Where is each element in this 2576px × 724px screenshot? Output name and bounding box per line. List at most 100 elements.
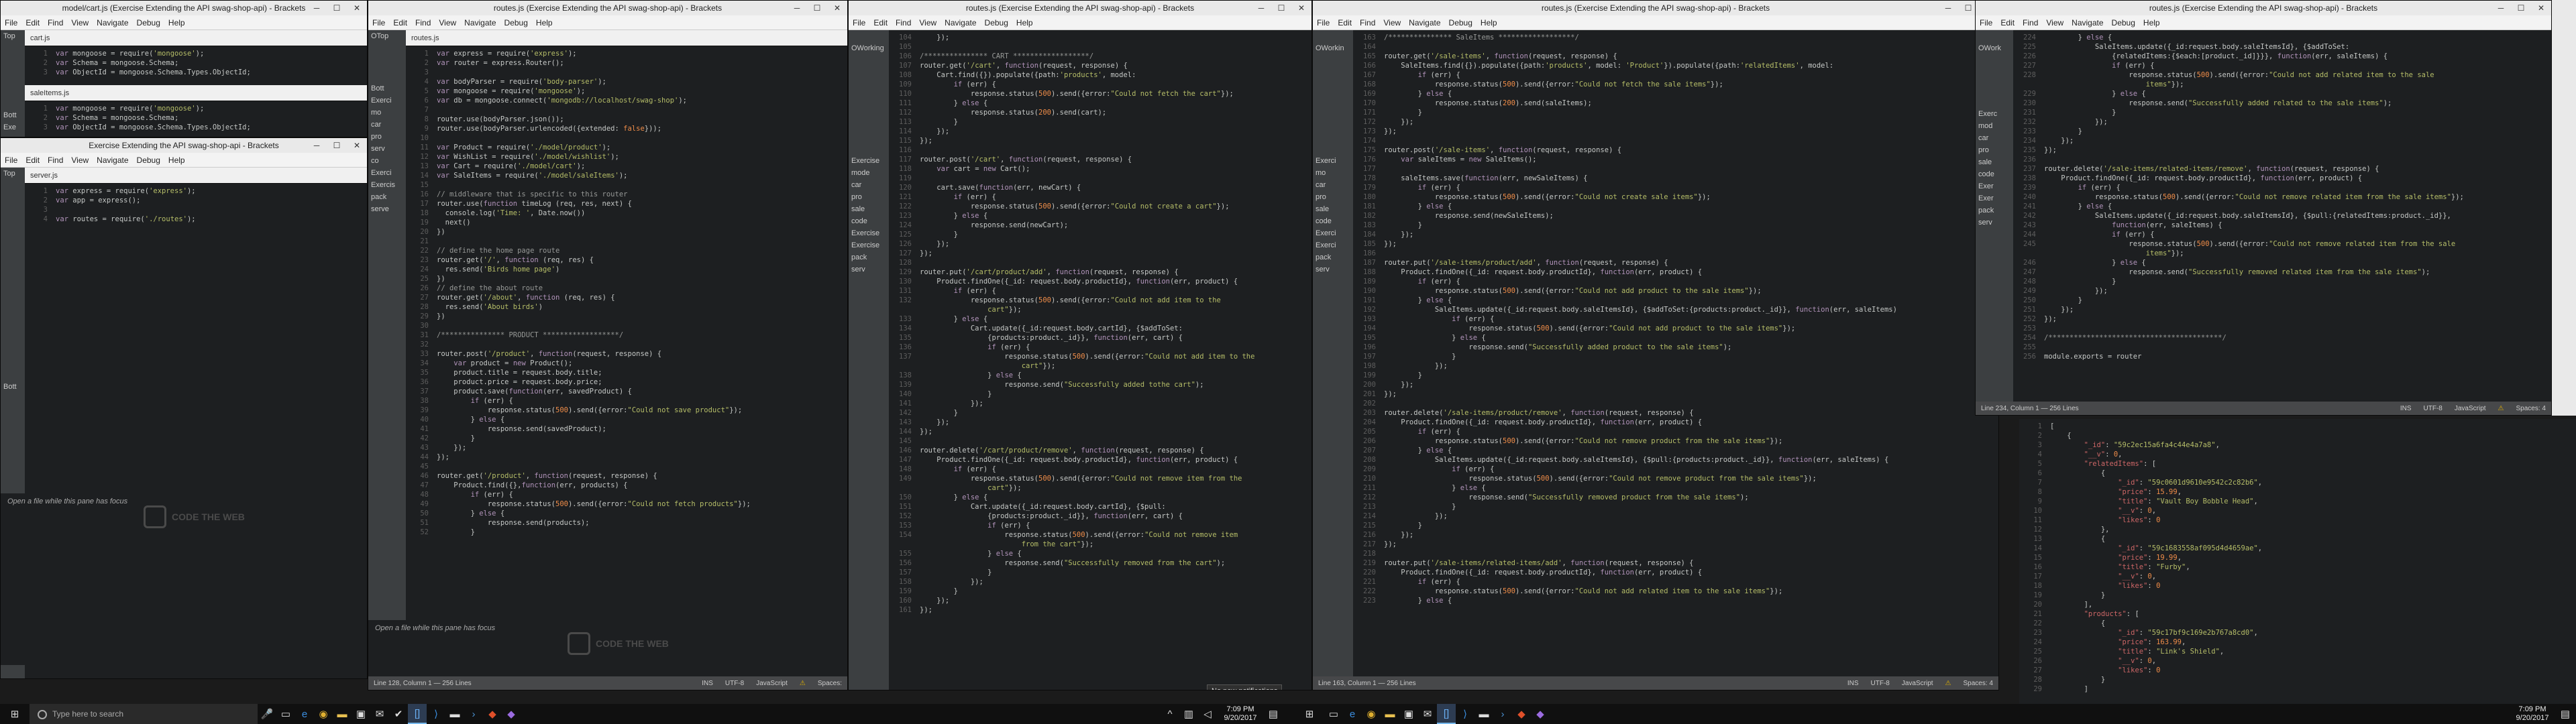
- menu-file[interactable]: File: [368, 18, 389, 27]
- task-view-icon[interactable]: ▭: [1324, 704, 1343, 724]
- encoding-select[interactable]: UTF-8: [725, 680, 744, 687]
- menu-help[interactable]: Help: [164, 156, 189, 165]
- terminal-icon[interactable]: ▬: [445, 704, 464, 724]
- sidebar-item[interactable]: Exercise: [849, 239, 889, 251]
- microphone-icon[interactable]: 🎤: [258, 704, 276, 724]
- edge-icon[interactable]: e: [1343, 704, 1362, 724]
- sidebar-item[interactable]: car: [1976, 132, 2013, 144]
- menu-find[interactable]: Find: [44, 156, 67, 165]
- menu-navigate[interactable]: Navigate: [2068, 18, 2107, 27]
- encoding-select[interactable]: UTF-8: [1871, 680, 1890, 687]
- menu-navigate[interactable]: Navigate: [1405, 18, 1444, 27]
- sidebar-item[interactable]: Exercise: [849, 155, 889, 167]
- minimize-icon[interactable]: ─: [307, 1, 327, 15]
- clock[interactable]: 7:09 PM 9/20/2017: [2509, 705, 2556, 723]
- menu-navigate[interactable]: Navigate: [93, 18, 132, 27]
- menu-edit[interactable]: Edit: [1334, 18, 1356, 27]
- maps-icon[interactable]: ◆: [502, 704, 521, 724]
- menu-file[interactable]: File: [1, 18, 21, 27]
- title-bar[interactable]: routes.js (Exercise Extending the API sw…: [1976, 1, 2551, 15]
- sidebar-item[interactable]: sale: [849, 203, 889, 215]
- sidebar-item[interactable]: Exer: [1976, 180, 2013, 192]
- sidebar-item[interactable]: serv: [1976, 217, 2013, 229]
- vscode-icon[interactable]: ⟩: [427, 704, 445, 724]
- title-bar[interactable]: routes.js (Exercise Extending the API sw…: [368, 1, 847, 15]
- menu-view[interactable]: View: [435, 18, 460, 27]
- minimize-icon[interactable]: ─: [1251, 1, 1271, 15]
- sidebar-item[interactable]: Top: [1, 30, 25, 42]
- menu-file[interactable]: File: [1976, 18, 1996, 27]
- start-button[interactable]: ⊞: [0, 704, 30, 724]
- maximize-icon[interactable]: ☐: [327, 138, 347, 153]
- encoding-select[interactable]: UTF-8: [2424, 405, 2443, 412]
- sidebar-item[interactable]: sale: [1313, 203, 1353, 215]
- sidebar-item[interactable]: code: [1976, 168, 2013, 180]
- menu-help[interactable]: Help: [532, 18, 557, 27]
- clock[interactable]: 7:09 PM 9/20/2017: [1217, 705, 1264, 723]
- sidebar-item[interactable]: OWorking: [849, 42, 889, 54]
- sidebar-item[interactable]: OWork: [1976, 42, 2013, 54]
- close-icon[interactable]: ✕: [1291, 1, 1311, 15]
- spaces-setting[interactable]: Spaces:: [818, 680, 842, 687]
- sidebar-item[interactable]: Bott: [1, 109, 25, 121]
- sidebar-item[interactable]: mode: [849, 167, 889, 179]
- menu-find[interactable]: Find: [411, 18, 435, 27]
- sidebar-item[interactable]: pro: [1313, 191, 1353, 203]
- empty-pane[interactable]: Open a file while this pane has focus CO…: [368, 620, 847, 676]
- sidebar-item[interactable]: Exer: [1976, 192, 2013, 204]
- file-explorer-icon[interactable]: ▬: [1381, 704, 1399, 724]
- store-icon[interactable]: ▣: [1399, 704, 1418, 724]
- maximize-icon[interactable]: ☐: [807, 1, 827, 15]
- menu-edit[interactable]: Edit: [869, 18, 892, 27]
- title-bar[interactable]: Exercise Extending the API swag-shop-api…: [1, 138, 367, 153]
- warning-icon[interactable]: ⚠: [1945, 680, 1951, 687]
- volume-icon[interactable]: ◁: [1198, 704, 1217, 724]
- sidebar-item[interactable]: Exerci: [1313, 239, 1353, 251]
- ins-toggle[interactable]: INS: [2400, 405, 2412, 412]
- language-select[interactable]: JavaScript: [2455, 405, 2486, 412]
- brackets-icon[interactable]: []: [1437, 704, 1456, 724]
- sidebar-item[interactable]: OWorkin: [1313, 42, 1353, 54]
- menu-navigate[interactable]: Navigate: [93, 156, 132, 165]
- menu-help[interactable]: Help: [164, 18, 189, 27]
- sidebar-item[interactable]: mo: [1313, 167, 1353, 179]
- tray-chevron-icon[interactable]: ^: [1161, 704, 1179, 724]
- maximize-icon[interactable]: ☐: [2511, 1, 2531, 15]
- sidebar-item[interactable]: code: [849, 215, 889, 227]
- sidebar-item[interactable]: Top: [1, 168, 25, 180]
- sidebar-item[interactable]: Bott: [368, 82, 406, 95]
- menu-edit[interactable]: Edit: [1996, 18, 2019, 27]
- empty-pane[interactable]: Open a file while this pane has focus CO…: [1, 493, 367, 665]
- maps-icon[interactable]: ◆: [1531, 704, 1550, 724]
- task-view-icon[interactable]: ▭: [276, 704, 295, 724]
- language-select[interactable]: JavaScript: [1902, 680, 1933, 687]
- minimize-icon[interactable]: ─: [1938, 1, 1958, 15]
- sidebar-item[interactable]: mod: [1976, 120, 2013, 132]
- chrome-icon[interactable]: ◉: [1362, 704, 1381, 724]
- warning-icon[interactable]: ⚠: [2498, 405, 2504, 412]
- menu-file[interactable]: File: [849, 18, 869, 27]
- title-bar[interactable]: routes.js (Exercise Extending the API sw…: [849, 1, 1311, 15]
- title-bar[interactable]: model/cart.js (Exercise Extending the AP…: [1, 1, 367, 15]
- powershell-icon[interactable]: ›: [464, 704, 483, 724]
- mail-icon[interactable]: ✉: [1418, 704, 1437, 724]
- sidebar-item[interactable]: pack: [1976, 204, 2013, 217]
- git-icon[interactable]: ◆: [483, 704, 502, 724]
- sidebar-item[interactable]: OTop: [368, 30, 406, 42]
- store-icon[interactable]: ▣: [352, 704, 370, 724]
- spaces-setting[interactable]: Spaces: 4: [1964, 680, 1993, 687]
- sidebar-item[interactable]: pro: [1976, 144, 2013, 156]
- sidebar-item[interactable]: serve: [368, 203, 406, 215]
- menu-edit[interactable]: Edit: [389, 18, 411, 27]
- menu-find[interactable]: Find: [2019, 18, 2042, 27]
- menu-navigate[interactable]: Navigate: [460, 18, 500, 27]
- maximize-icon[interactable]: ☐: [327, 1, 347, 15]
- brackets-icon[interactable]: []: [408, 704, 427, 724]
- menu-debug[interactable]: Debug: [133, 156, 164, 165]
- title-bar[interactable]: routes.js (Exercise Extending the API sw…: [1313, 1, 1998, 15]
- menu-find[interactable]: Find: [44, 18, 67, 27]
- ins-toggle[interactable]: INS: [1847, 680, 1859, 687]
- sidebar-item[interactable]: Exerci: [1313, 227, 1353, 239]
- menu-find[interactable]: Find: [892, 18, 915, 27]
- sidebar-item[interactable]: serv: [849, 263, 889, 276]
